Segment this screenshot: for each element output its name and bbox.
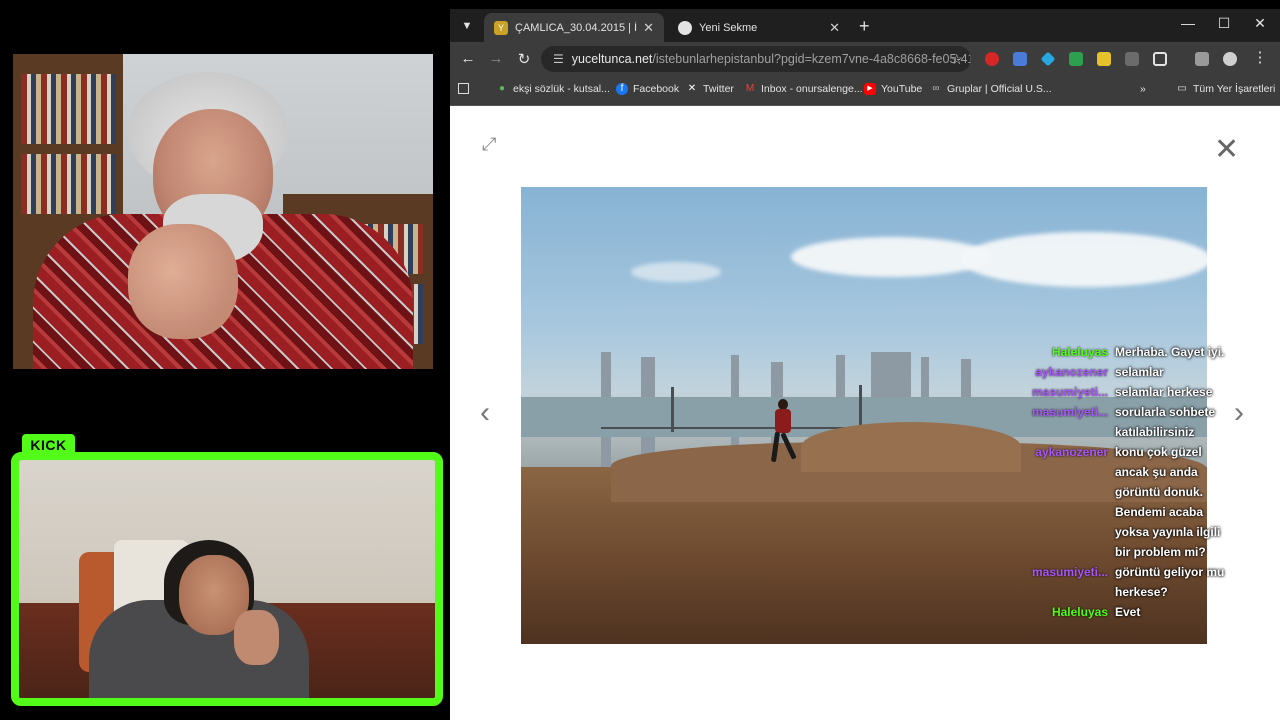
all-bookmarks[interactable]: ▭ Tüm Yer İşaretleri <box>1176 83 1275 95</box>
tab-search-dropdown-icon[interactable]: ▼ <box>458 17 476 35</box>
bookmark-twitter[interactable]: ✕ Twitter <box>686 83 734 95</box>
chat-message: Haleluyas Evet <box>1000 602 1260 622</box>
extension-game-icon[interactable] <box>1125 52 1139 66</box>
extension-r-icon[interactable] <box>1069 52 1083 66</box>
chat-username[interactable]: aykanozener <box>1000 362 1115 382</box>
forward-button[interactable]: → <box>486 50 506 67</box>
url-host: yuceltunca.net <box>571 52 653 66</box>
chat-username[interactable]: Haleluyas <box>1000 602 1115 622</box>
back-button[interactable]: ← <box>458 50 478 67</box>
close-window-button[interactable]: ✕ <box>1242 15 1278 32</box>
leaf-icon: ● <box>498 83 506 94</box>
stream-chat-overlay: Haleluyas Merhaba. Gayet iyi. aykanozener s… <box>1000 342 1260 622</box>
chat-text: selamlar herkese <box>1115 385 1213 399</box>
bookmark-star-icon[interactable]: ☆ <box>950 51 963 68</box>
extensions-puzzle-icon[interactable] <box>1153 52 1167 66</box>
minimize-button[interactable]: — <box>1170 15 1206 31</box>
webcam-feed-host <box>13 54 433 369</box>
bookmark-youtube[interactable]: ▶ YouTube <box>864 83 922 95</box>
menu-kebab-icon[interactable]: ⋮ <box>1250 48 1270 66</box>
browser-toolbar: ← → ↻ ☰ yuceltunca.net /istebunlarhepist… <box>450 42 1280 76</box>
chat-text: Evet <box>1115 605 1141 619</box>
chat-message: aykanozener selamlar <box>1000 362 1260 382</box>
chat-message: masumiyeti... sorularla sohbete katılabil… <box>1000 402 1260 442</box>
folder-icon: ▭ <box>1177 83 1187 94</box>
reload-button[interactable]: ↻ <box>514 50 534 68</box>
tab-title: Yeni Sekme <box>699 21 758 34</box>
previous-arrow-icon[interactable]: ‹ <box>480 396 490 430</box>
bookmark-label: ekşi sözlük - kutsal... <box>513 83 610 95</box>
bookmarks-overflow-icon[interactable]: » <box>1140 83 1146 95</box>
chrome-icon <box>678 20 692 35</box>
bookmark-facebook[interactable]: f Facebook <box>616 83 679 95</box>
lightbox-close-icon[interactable]: ✕ <box>1214 132 1239 167</box>
tab-close-icon[interactable]: ✕ <box>643 20 654 36</box>
tab-title: ÇAMLICA_30.04.2015 | İşte Bunl <box>515 21 638 34</box>
chat-username[interactable]: aykanozener <box>1000 442 1115 562</box>
site-info-icon[interactable]: ☰ <box>553 52 564 66</box>
chat-text: selamlar <box>1115 365 1164 379</box>
expand-icon[interactable]: ⤢ <box>482 134 496 155</box>
extension-diamond-icon[interactable] <box>1040 51 1056 67</box>
chat-message: masumiyeti... selamlar herkese <box>1000 382 1260 402</box>
bookmark-label: Inbox - onursalenge... <box>761 83 863 95</box>
bookmark-eksi[interactable]: ● ekşi sözlük - kutsal... <box>496 83 610 95</box>
media-control-icon[interactable] <box>1195 52 1209 66</box>
chat-username[interactable]: masumiyeti... <box>1000 402 1115 442</box>
tab-strip: ▼ Y ÇAMLICA_30.04.2015 | İşte Bunl ✕ Yen… <box>450 9 1280 42</box>
address-bar[interactable]: ☰ yuceltunca.net /istebunlarhepistanbul?… <box>541 46 971 72</box>
youtube-icon: ▶ <box>864 83 876 95</box>
chat-message: Haleluyas Merhaba. Gayet iyi. <box>1000 342 1260 362</box>
tab-camlica[interactable]: Y ÇAMLICA_30.04.2015 | İşte Bunl ✕ <box>484 13 664 42</box>
all-bookmarks-label: Tüm Yer İşaretleri <box>1193 83 1276 95</box>
chat-text: Merhaba. Gayet iyi. <box>1115 345 1225 359</box>
chat-message: masumiyeti... görüntü geliyor mu herkese? <box>1000 562 1260 602</box>
bookmark-label: Twitter <box>703 83 734 95</box>
bookmark-gruplar[interactable]: ∞ Gruplar | Official U.S... <box>930 83 1052 95</box>
new-tab-button[interactable]: + <box>859 16 870 37</box>
link-icon: ∞ <box>932 83 940 94</box>
chat-username[interactable]: masumiyeti... <box>1000 382 1115 402</box>
bookmarks-bar: ● ekşi sözlük - kutsal... f Facebook ✕ T… <box>450 76 1280 106</box>
chat-message: aykanozener konu çok güzel ancak şu anda … <box>1000 442 1260 562</box>
bookmark-label: YouTube <box>881 83 923 95</box>
bookmark-inbox[interactable]: M Inbox - onursalenge... <box>744 83 863 95</box>
gmail-icon: M <box>745 83 755 94</box>
x-twitter-icon: ✕ <box>687 83 697 94</box>
url-path: /istebunlarhepistanbul?pgid=kzem7vne-4a8… <box>652 52 971 66</box>
site-favicon-icon: Y <box>494 20 508 35</box>
bookmark-label: Facebook <box>633 83 680 95</box>
chat-text: görüntü geliyor mu herkese? <box>1115 565 1225 599</box>
facebook-icon: f <box>616 83 628 95</box>
bookmark-label: Gruplar | Official U.S... <box>947 83 1052 95</box>
chat-username[interactable]: Haleluyas <box>1000 342 1115 362</box>
tab-new-tab[interactable]: Yeni Sekme ✕ <box>668 13 850 42</box>
extension-red-icon[interactable] <box>985 52 999 66</box>
translate-icon[interactable] <box>1013 52 1027 66</box>
profile-avatar[interactable] <box>1223 52 1237 66</box>
maximize-button[interactable]: ☐ <box>1206 15 1242 32</box>
tab-close-icon[interactable]: ✕ <box>829 20 840 36</box>
chat-text: sorularla sohbete katılabilirsiniz <box>1115 405 1216 439</box>
chat-username[interactable]: masumiyeti... <box>1000 562 1115 602</box>
apps-grid-icon[interactable] <box>458 83 474 94</box>
chat-text: konu çok güzel ancak şu anda görüntü don… <box>1115 445 1221 559</box>
extension-note-icon[interactable] <box>1097 52 1111 66</box>
webcam-feed-streamer <box>11 452 443 706</box>
